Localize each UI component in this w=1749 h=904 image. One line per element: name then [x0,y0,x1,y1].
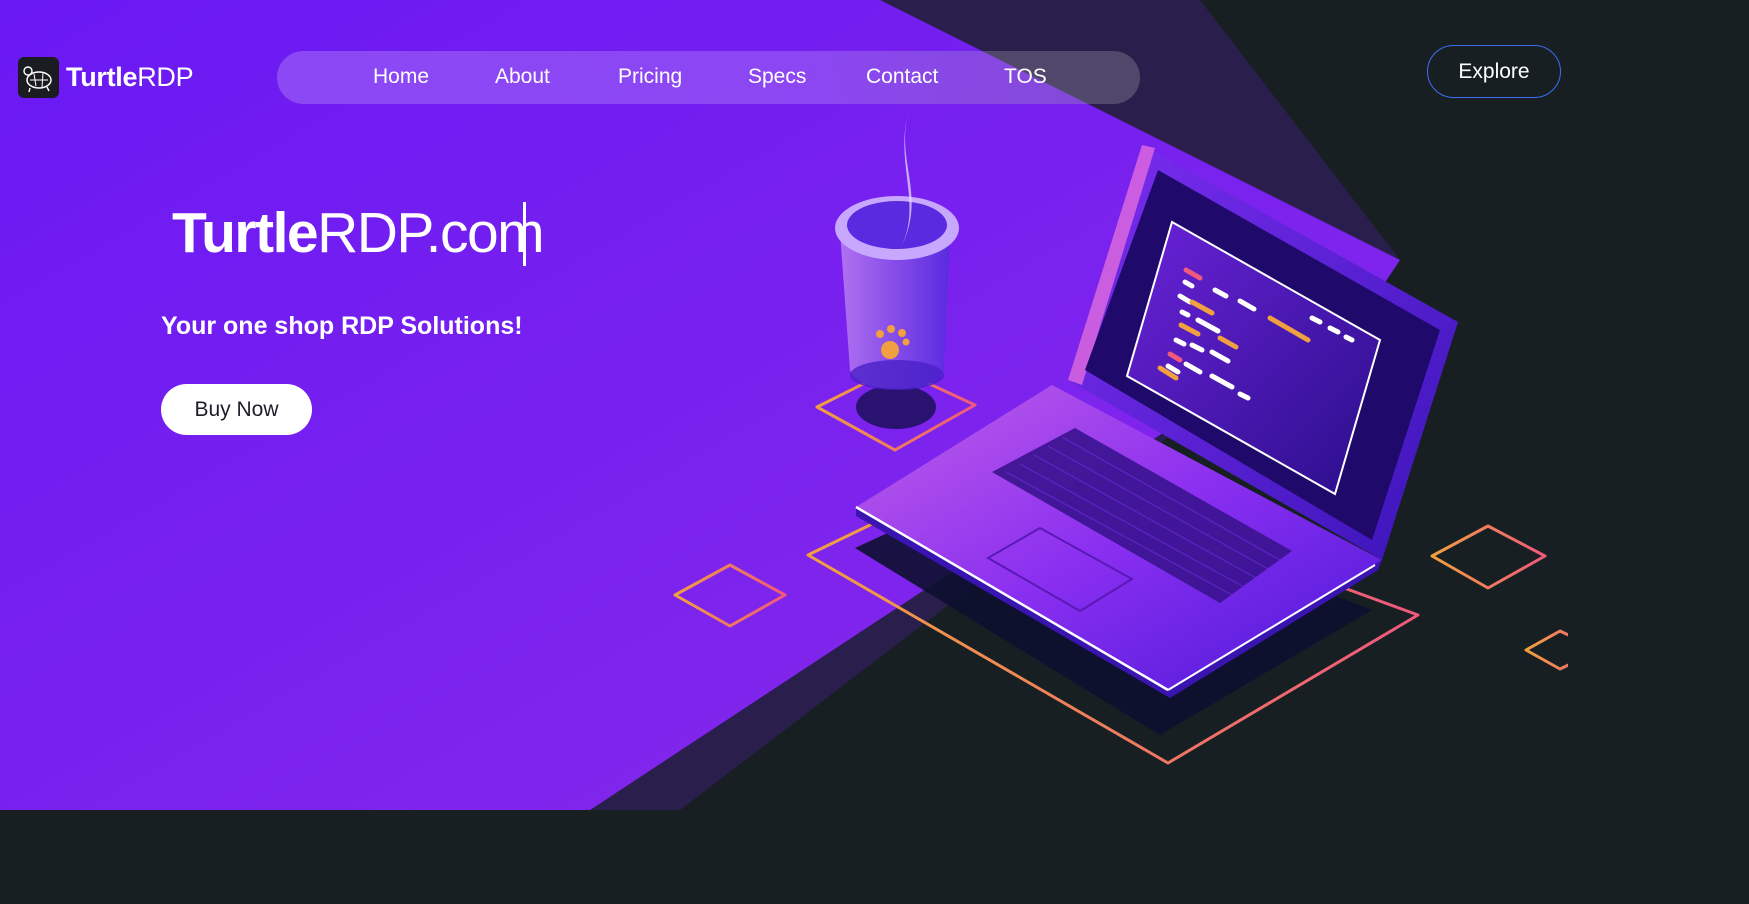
hero-title: TurtleRDP.com [172,201,545,265]
diamond-edge [1524,629,1568,671]
coffee-cup [835,100,959,429]
nav-home[interactable]: Home [373,65,429,89]
diamond-right [1430,524,1547,590]
nav-specs[interactable]: Specs [748,65,806,89]
diamond-left [673,563,787,628]
nav-contact[interactable]: Contact [866,65,938,89]
explore-button[interactable]: Explore [1427,45,1561,98]
hero-subtitle: Your one shop RDP Solutions! [161,312,523,340]
nav-about[interactable]: About [495,65,550,89]
main-nav: Home About Pricing Specs Contact TOS [277,51,1140,104]
nav-pricing[interactable]: Pricing [618,65,682,89]
typing-caret [523,202,526,266]
nav-tos[interactable]: TOS [1004,65,1047,89]
buy-now-button[interactable]: Buy Now [161,384,312,435]
brand-name: TurtleRDP [66,62,194,92]
turtle-logo-icon [18,57,59,98]
brand-logo[interactable]: TurtleRDP [18,57,194,98]
